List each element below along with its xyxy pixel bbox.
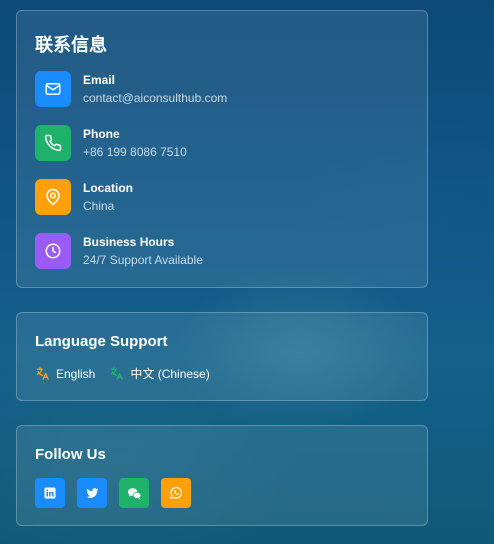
- email-value[interactable]: contact@aiconsulthub.com: [83, 91, 227, 105]
- translate-icon: [111, 367, 124, 380]
- whatsapp-icon: [170, 486, 182, 499]
- contact-info-card: 联系信息 Email contact@aiconsulthub.com Phon…: [16, 10, 428, 288]
- contact-item-business-hours: Business Hours 24/7 Support Available: [35, 233, 415, 269]
- language-support-card: Language Support English 中文 (Chinese): [16, 312, 428, 401]
- email-label: Email: [83, 73, 116, 87]
- contact-info-title: 联系信息: [35, 35, 107, 56]
- language-support-title: Language Support: [35, 333, 168, 350]
- mail-icon: [35, 71, 71, 107]
- phone-label: Phone: [83, 127, 120, 141]
- language-item-english: English: [35, 366, 95, 381]
- phone-icon: [35, 125, 71, 161]
- contact-item-location: Location China: [35, 179, 415, 215]
- language-item-chinese: 中文 (Chinese): [109, 365, 210, 382]
- contact-item-phone[interactable]: Phone +86 199 8086 7510: [35, 125, 415, 161]
- wechat-icon: [127, 487, 141, 499]
- follow-us-title: Follow Us: [35, 446, 106, 463]
- business-hours-label: Business Hours: [83, 235, 175, 249]
- contact-item-email[interactable]: Email contact@aiconsulthub.com: [35, 71, 415, 107]
- map-pin-icon: [35, 179, 71, 215]
- location-value: China: [83, 199, 115, 213]
- business-hours-value: 24/7 Support Available: [83, 253, 203, 267]
- social-links: [35, 478, 203, 508]
- language-list: English 中文 (Chinese): [35, 365, 224, 382]
- translate-icon: [36, 367, 49, 380]
- clock-icon: [35, 233, 71, 269]
- phone-value[interactable]: +86 199 8086 7510: [83, 145, 187, 159]
- twitter-button[interactable]: [77, 478, 107, 508]
- language-label-english: English: [56, 366, 96, 381]
- wechat-button[interactable]: [119, 478, 149, 508]
- follow-us-card: Follow Us: [16, 425, 428, 526]
- location-label: Location: [83, 181, 133, 195]
- linkedin-icon: [44, 487, 56, 499]
- twitter-icon: [86, 487, 98, 498]
- linkedin-button[interactable]: [35, 478, 65, 508]
- whatsapp-button[interactable]: [161, 478, 191, 508]
- language-label-chinese: 中文 (Chinese): [130, 367, 210, 381]
